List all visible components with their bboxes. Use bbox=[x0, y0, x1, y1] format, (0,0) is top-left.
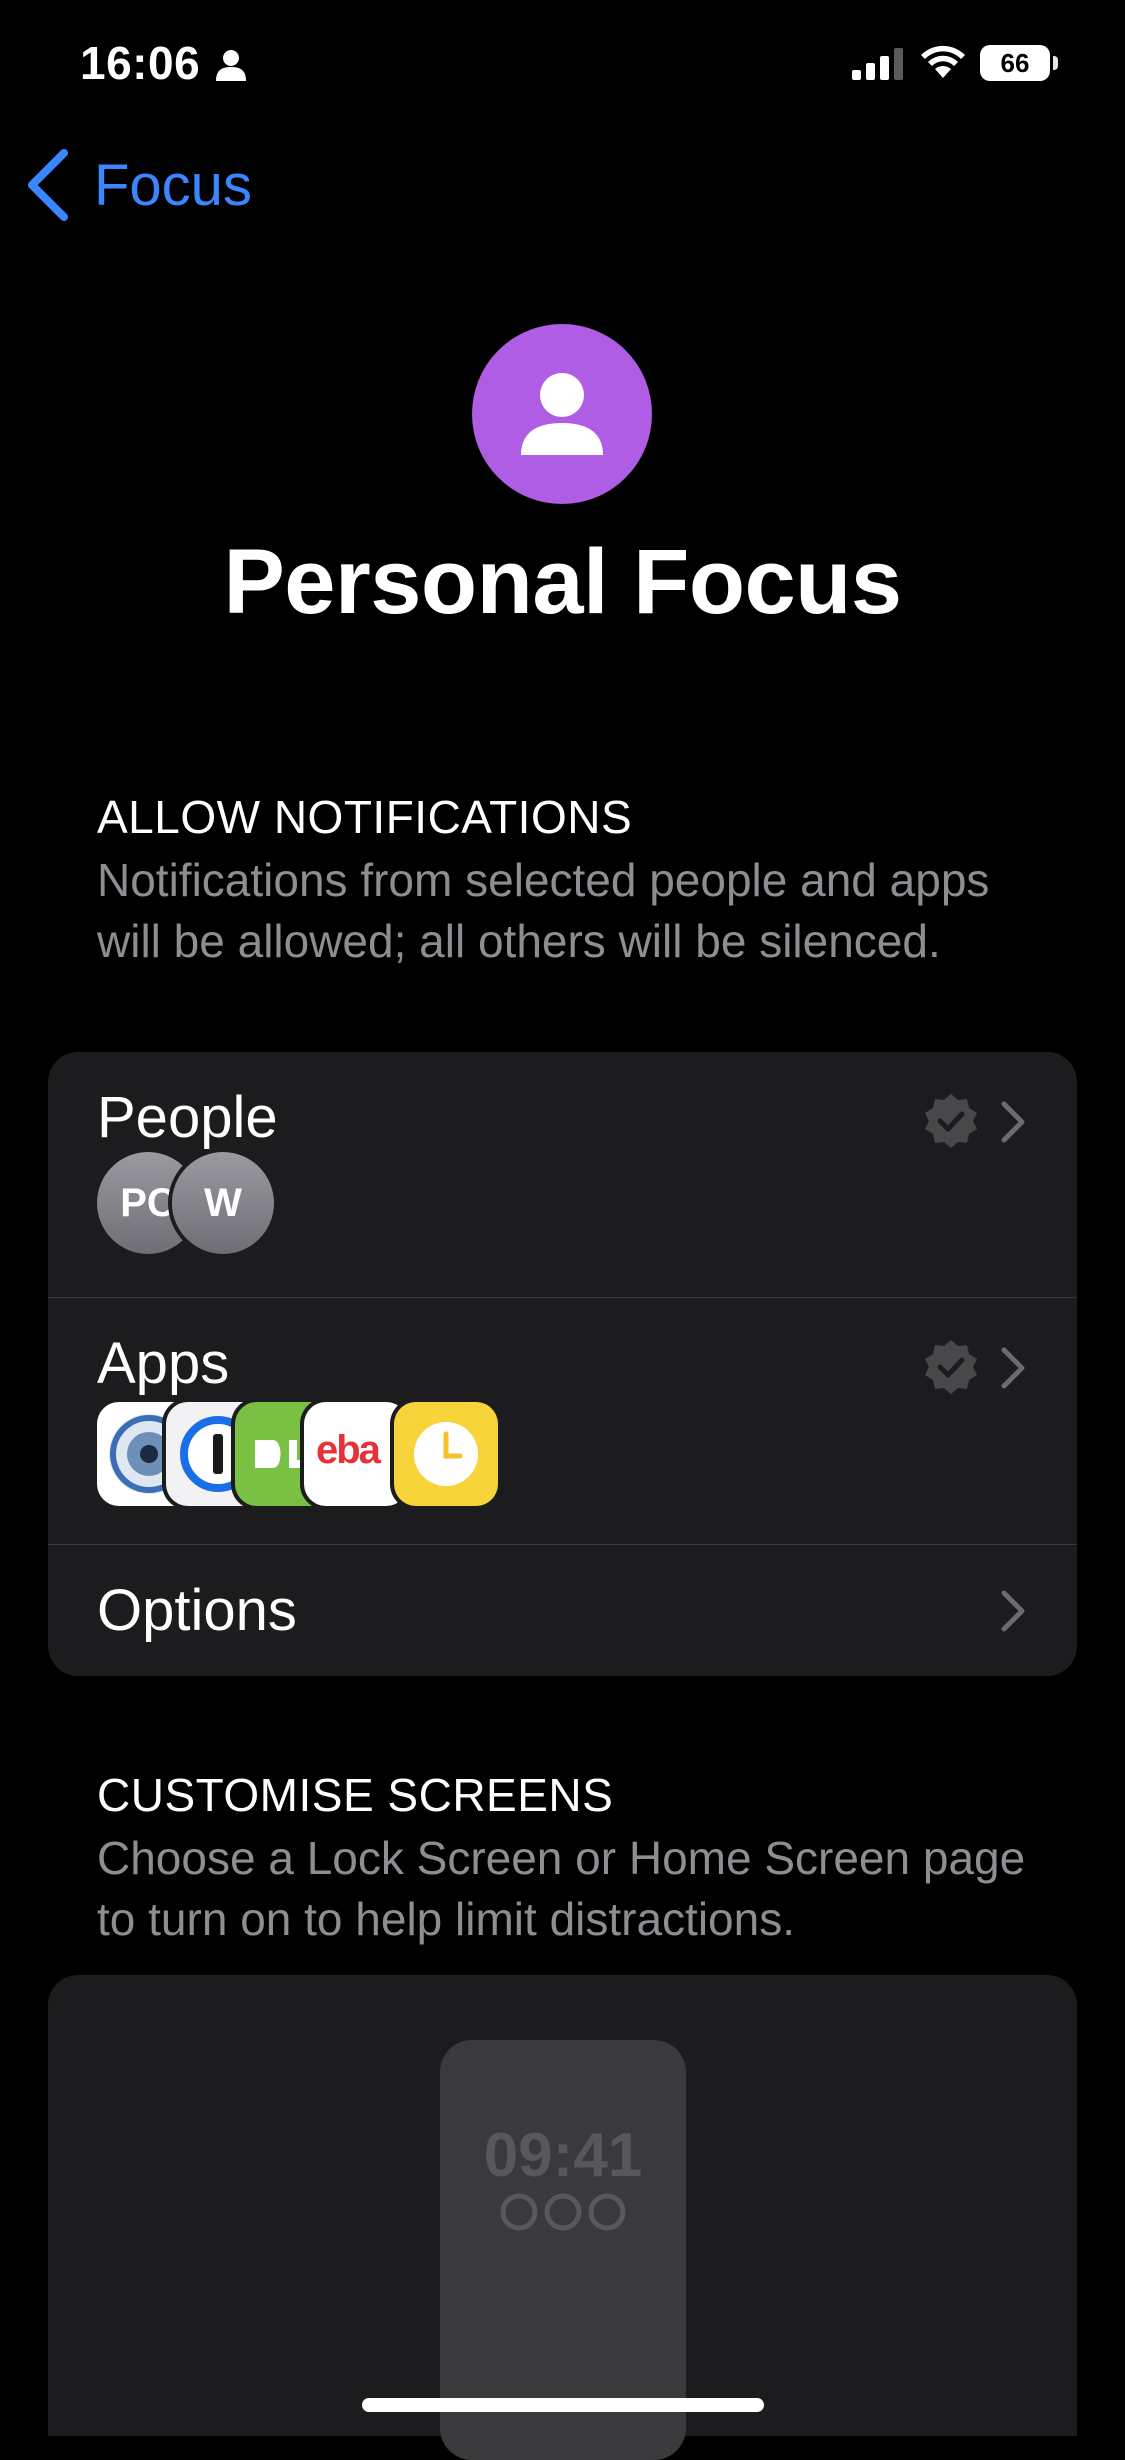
page-title: Personal Focus bbox=[223, 531, 902, 633]
wifi-icon bbox=[921, 45, 965, 78]
people-label: People bbox=[97, 1085, 278, 1150]
chevron-left-icon bbox=[28, 149, 68, 221]
status-time: 16:06 bbox=[80, 37, 201, 89]
person-status-icon bbox=[216, 50, 246, 81]
preview-time: 09:41 bbox=[483, 2121, 643, 2190]
ebay-app-icon: eba bbox=[304, 1402, 408, 1506]
avatar: W bbox=[172, 1152, 274, 1254]
ebay-logo-text: eba bbox=[316, 1428, 381, 1472]
clock-app-icon bbox=[394, 1402, 498, 1506]
widget-placeholder-icon bbox=[500, 2193, 626, 2231]
back-label: Focus bbox=[94, 152, 252, 218]
focus-mode-icon bbox=[472, 324, 652, 504]
allow-notifications-heading: ALLOW NOTIFICATIONS bbox=[97, 791, 633, 843]
customise-screens-heading: CUSTOMISE SCREENS bbox=[97, 1769, 614, 1821]
verified-badge-icon bbox=[925, 1094, 977, 1148]
people-row[interactable]: People PC W bbox=[48, 1052, 1077, 1297]
chevron-right-icon bbox=[1001, 1101, 1025, 1143]
avatar-initials: PC bbox=[120, 1180, 176, 1225]
options-row[interactable]: Options bbox=[48, 1545, 1077, 1676]
status-bar: 16:06 66 bbox=[0, 0, 1125, 130]
battery-cap bbox=[1053, 56, 1058, 70]
battery-indicator: 66 bbox=[980, 45, 1050, 81]
options-label: Options bbox=[97, 1578, 297, 1643]
chevron-right-icon bbox=[1001, 1347, 1025, 1389]
lock-screen-preview[interactable]: 09:41 bbox=[440, 2040, 686, 2460]
customise-screens-description: Choose a Lock Screen or Home Screen page… bbox=[97, 1832, 1026, 1945]
chevron-right-icon bbox=[1001, 1590, 1025, 1632]
home-indicator[interactable] bbox=[362, 2398, 764, 2412]
person-icon bbox=[521, 373, 603, 455]
back-button[interactable]: Focus bbox=[24, 140, 252, 230]
apps-row[interactable]: Apps eba bbox=[48, 1298, 1077, 1543]
allow-notifications-card: People PC W Apps eba Options bbox=[48, 1052, 1077, 1676]
apps-label: Apps bbox=[97, 1331, 230, 1396]
verified-badge-icon bbox=[925, 1340, 977, 1394]
allow-notifications-description: Notifications from selected people and a… bbox=[97, 854, 990, 967]
avatar-initials: W bbox=[204, 1180, 242, 1225]
cellular-signal-icon bbox=[852, 48, 903, 80]
